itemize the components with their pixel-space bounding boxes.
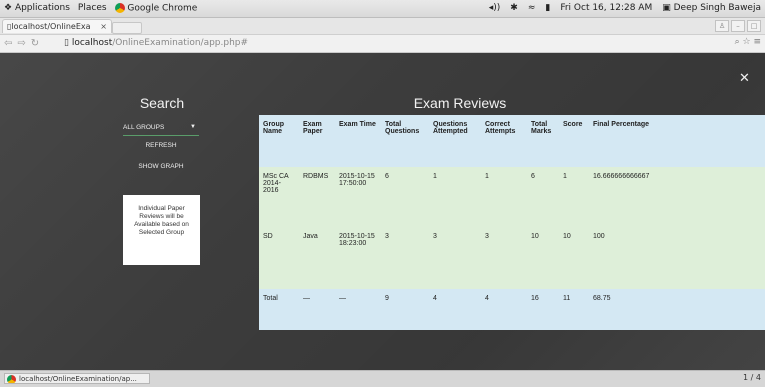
total-marks: 16 [531,295,539,302]
url-field[interactable]: ▯ localhost/OnlineExamination/app.php# [60,37,744,49]
header-final-percentage: Final Percentage [593,121,650,128]
group-select-value: ALL GROUPS [123,124,165,131]
total-correct-attempts: 4 [485,295,489,302]
exam-reviews-table: Group Name Exam Paper Exam Time Total Qu… [259,115,765,330]
cell-exam-time: 2015-10-15 17:50:00 [339,173,375,187]
clock[interactable]: Fri Oct 16, 12:28 AM [560,3,652,13]
reload-icon[interactable]: ↻ [31,38,39,49]
total-row: Total — — 9 4 4 16 11 68.75 [259,289,765,330]
tab-strip: ▯ localhost/OnlineExa × ♙ – □ [0,18,765,35]
menu-icon[interactable]: ≡ [753,37,761,47]
address-toolbar: ⇦ ⇨ ↻ ▯ localhost/OnlineExamination/app.… [0,35,765,53]
cell-final-percentage: 16.666666666667 [593,173,650,180]
header-correct-attempts: Correct Attempts [485,121,516,135]
workspace-pager[interactable]: 1 / 4 [743,373,761,382]
refresh-button[interactable]: REFRESH [123,142,199,149]
maximize-icon[interactable]: □ [747,20,761,32]
header-total-marks: Total Marks [531,121,552,135]
battery-icon[interactable]: ▮ [545,3,550,13]
total-exam-paper: — [303,295,310,302]
header-exam-time: Exam Time [339,121,376,128]
page-content: ✕ Search ALL GROUPS ▼ REFRESH SHOW GRAPH… [0,53,765,370]
cell-correct-attempts: 3 [485,233,489,240]
cell-total-questions: 6 [385,173,389,180]
taskbar: localhost/OnlineExamination/ap... 1 / 4 [0,370,765,387]
wifi-icon[interactable]: ≈ [528,3,536,13]
cell-score: 1 [563,173,567,180]
cell-score: 10 [563,233,571,240]
tab-close-icon[interactable]: × [100,22,107,31]
user-menu[interactable]: ▣ Deep Singh Baweja [662,3,761,13]
browser-tab[interactable]: ▯ localhost/OnlineExa × [2,19,112,33]
back-icon[interactable]: ⇦ [4,38,12,49]
table-row: SD Java 2015-10-15 18:23:00 3 3 3 10 10 … [259,227,765,289]
cell-exam-time: 2015-10-15 18:23:00 [339,233,375,247]
header-score: Score [563,121,583,128]
app-menu[interactable]: Google Chrome [114,3,197,14]
forward-icon[interactable]: ⇨ [17,38,25,49]
reviews-title: Exam Reviews [413,95,507,111]
total-questions-attempted: 4 [433,295,437,302]
chrome-icon [7,375,16,383]
minimize-icon[interactable]: – [731,20,745,32]
header-group-name: Group Name [263,121,284,135]
cell-group-name: SD [263,233,273,240]
cell-exam-paper: Java [303,233,318,240]
header-questions-attempted: Questions Attempted [433,121,468,135]
new-tab-button[interactable] [112,22,142,34]
taskbar-window-item[interactable]: localhost/OnlineExamination/ap... [4,373,150,384]
cell-total-marks: 6 [531,173,535,180]
total-exam-time: — [339,295,346,302]
cell-exam-paper: RDBMS [303,173,329,180]
chrome-icon [114,3,125,13]
cell-total-marks: 10 [531,233,539,240]
table-header-row: Group Name Exam Paper Exam Time Total Qu… [259,115,765,167]
search-title: Search [139,95,185,111]
close-icon[interactable]: ✕ [739,71,750,86]
bookmark-star-icon[interactable]: ☆ [743,37,751,47]
apps-icon: ❖ [4,3,15,14]
window-controls: ♙ – □ [715,20,761,32]
cell-total-questions: 3 [385,233,389,240]
cell-correct-attempts: 1 [485,173,489,180]
info-note: Individual Paper Reviews will be Availab… [123,195,200,265]
cell-questions-attempted: 3 [433,233,437,240]
volume-icon[interactable]: ◂)) [489,3,501,13]
caret-down-icon: ▼ [190,124,196,130]
table-row: MSc CA 2014-2016 RDBMS 2015-10-15 17:50:… [259,167,765,227]
total-questions: 9 [385,295,389,302]
places-menu[interactable]: Places [78,3,107,13]
total-score: 11 [563,295,571,302]
system-top-bar: ❖ Applications Places Google Chrome ◂)) … [0,0,765,18]
page-icon: ▯ [64,38,72,48]
header-total-questions: Total Questions [385,121,420,135]
cell-final-percentage: 100 [593,233,605,240]
applications-menu[interactable]: ❖ Applications [4,3,70,13]
window-user-icon[interactable]: ♙ [715,20,729,32]
bluetooth-icon[interactable]: ✱ [510,3,518,13]
header-exam-paper: Exam Paper [303,121,323,135]
zoom-icon[interactable]: ⌕ [735,37,740,47]
total-final-percentage: 68.75 [593,295,611,302]
cell-questions-attempted: 1 [433,173,437,180]
show-graph-button[interactable]: SHOW GRAPH [123,163,199,170]
user-icon: ▣ [662,3,674,13]
group-select[interactable]: ALL GROUPS ▼ [123,122,199,136]
cell-group-name: MSc CA 2014-2016 [263,173,289,194]
tab-title: localhost/OnlineExa [11,22,91,31]
total-label: Total [263,295,278,302]
